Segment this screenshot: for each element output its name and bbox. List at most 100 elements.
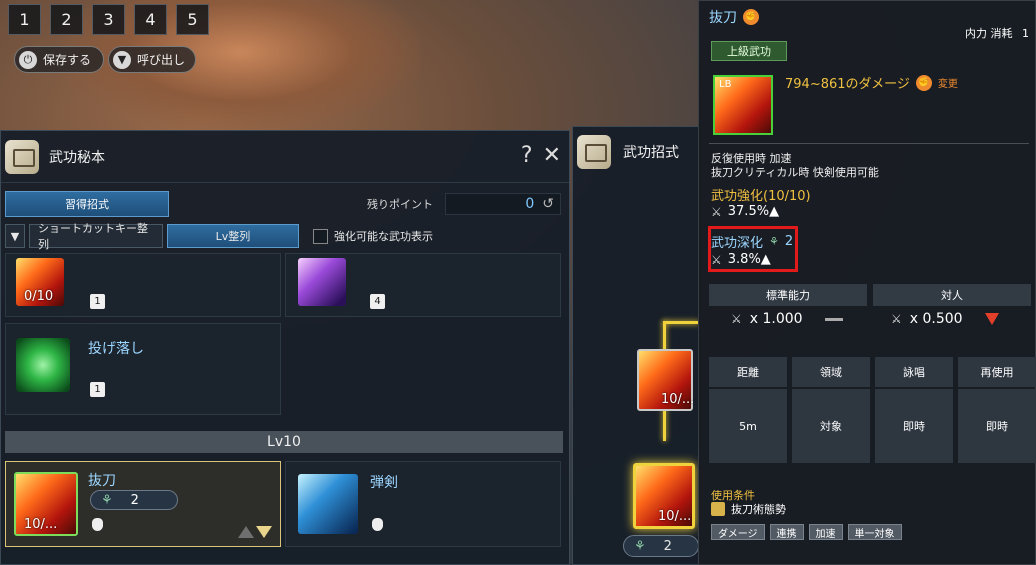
enhance-value-row: ⚔ 37.5%▲: [711, 204, 779, 219]
range-value: 5m: [709, 389, 787, 463]
tab-learned-skills[interactable]: 習得招式: [5, 191, 169, 217]
cooldown-header: 再使用: [958, 357, 1036, 387]
shortcut-badge: 1: [90, 294, 105, 309]
tree-node-level: 10/...: [661, 392, 695, 407]
enhance-label: 武功強化(10/10): [711, 189, 811, 204]
skill-cell-selected[interactable]: 10/... 抜刀 ⚘ 2: [5, 461, 281, 547]
standard-stat-value: x 1.000: [749, 311, 803, 327]
shortcut-badge: 4: [370, 294, 385, 309]
area-header: 領域: [792, 357, 870, 387]
deepening-icon: ⚘: [634, 538, 646, 554]
skill-icon: 10/...: [14, 472, 78, 536]
skill-tree-icon: [577, 135, 611, 169]
damage-text: 794~861のダメージ: [785, 77, 910, 92]
hotkey-2[interactable]: 2: [50, 4, 83, 35]
mouse-icon: [372, 518, 383, 531]
desc-line: 抜刀クリティカル時 快剣使用可能: [711, 166, 879, 179]
hotkey-5[interactable]: 5: [176, 4, 209, 35]
tree-node-selected[interactable]: 10/...: [633, 463, 695, 529]
move-up-button[interactable]: [238, 526, 254, 538]
pvp-icon: ⚔: [891, 312, 902, 326]
remaining-points: 残りポイント 0 ↺: [367, 193, 561, 215]
neutral-dash-icon: [824, 317, 843, 321]
save-preset-label: 保存する: [43, 53, 92, 67]
enhance-value: 37.5%▲: [727, 204, 780, 219]
skill-book-header: 武功秘本: [1, 131, 569, 183]
skill-icon: [298, 474, 358, 534]
pvp-stat-row: ⚔ x 0.500: [891, 311, 999, 327]
skill-cell[interactable]: 0/10 1: [5, 253, 281, 317]
reset-icon[interactable]: ↺: [542, 196, 554, 212]
save-preset-button[interactable]: ⏻ 保存する: [14, 46, 104, 73]
download-icon: ▼: [113, 50, 131, 69]
filter-icon: ▼: [10, 229, 20, 243]
tag-accel: 加速: [808, 524, 843, 540]
shortcut-sort-button[interactable]: ショートカットキー整列: [29, 222, 163, 251]
load-preset-label: 呼び出し: [137, 53, 186, 67]
pvp-stat-value: x 0.500: [909, 311, 963, 327]
tooltip-title: 抜刀: [709, 10, 737, 26]
help-button[interactable]: ?: [521, 143, 533, 168]
skill-name: 弾剣: [370, 475, 398, 491]
enhance-filter-checkbox[interactable]: 強化可能な武功表示: [313, 228, 433, 244]
skill-level: 0/10: [24, 289, 54, 304]
skill-name: 投げ落し: [88, 341, 144, 357]
skill-book-title: 武功秘本: [49, 149, 105, 166]
deepening-pill: ⚘ 2: [90, 490, 178, 510]
change-label: 変更: [937, 79, 958, 90]
tag-single-target: 単一対象: [847, 524, 902, 540]
level-group-header: Lv10: [5, 431, 563, 453]
filter-dropdown-button[interactable]: ▼: [5, 224, 25, 248]
skill-name: 抜刀: [88, 473, 116, 489]
damage-line: 794~861のダメージ ✊ 変更: [785, 73, 958, 92]
deepening-value: 2: [130, 492, 139, 508]
skill-icon: 0/10: [16, 258, 64, 306]
hotkey-1[interactable]: 1: [8, 4, 41, 35]
tree-node-level: 10/...: [658, 509, 692, 524]
standard-stat-header: 標準能力: [709, 284, 867, 306]
checkbox-box[interactable]: [313, 228, 328, 244]
cast-header: 詠唱: [875, 357, 953, 387]
skill-cell[interactable]: 投げ落し 1: [5, 323, 281, 415]
remaining-points-box: 0 ↺: [445, 193, 561, 215]
enhance-filter-label: 強化可能な武功表示: [334, 230, 433, 243]
move-down-button[interactable]: [256, 526, 272, 538]
desc-line: 反復使用時 加速: [711, 152, 792, 165]
skill-cell[interactable]: 弾剣: [285, 461, 561, 547]
power-icon: ⏻: [19, 50, 37, 69]
shortcut-badge: 1: [90, 382, 105, 397]
cooldown-value: 即時: [958, 389, 1036, 463]
lv-sort-button[interactable]: Lv整列: [167, 224, 299, 248]
deepening-icon: ⚘: [101, 492, 113, 508]
standard-stat-row: ⚔ x 1.000: [731, 311, 843, 327]
skill-book-panel: 武功秘本 ? ✕ 習得招式 残りポイント 0 ↺ ▼ ショートカットキー整列 L…: [0, 130, 570, 565]
cost-value: 1: [1022, 27, 1029, 40]
mouse-icon: [92, 518, 103, 531]
tooltip-skill-icon: LB: [713, 75, 773, 135]
tag-damage: ダメージ: [711, 524, 765, 540]
cast-value: 即時: [875, 389, 953, 463]
remaining-points-label: 残りポイント: [367, 198, 433, 211]
fist-icon: ✊: [743, 9, 759, 25]
grade-badge: 上級武功: [711, 41, 787, 61]
remaining-points-value: 0: [525, 196, 535, 212]
close-button[interactable]: ✕: [543, 143, 561, 168]
tree-node[interactable]: 10/...: [637, 349, 695, 411]
hotkey-4[interactable]: 4: [134, 4, 167, 35]
deepening-value: 2: [663, 538, 672, 554]
load-preset-button[interactable]: ▼ 呼び出し: [108, 46, 196, 73]
hotkey-3[interactable]: 3: [92, 4, 125, 35]
skill-cell[interactable]: 4: [285, 253, 561, 317]
skill-description: 反復使用時 加速 抜刀クリティカル時 快剣使用可能: [711, 152, 879, 180]
skill-tree-panel: 武功招式 10/... 10/... ⚘ 2: [572, 126, 702, 565]
skill-tooltip: 抜刀 ✊ 内力 消耗 1 上級武功 LB 794~861のダメージ ✊ 変更 反…: [698, 0, 1036, 565]
lb-key-label: LB: [719, 79, 732, 90]
hotkey-bar: 1 2 3 4 5: [8, 4, 209, 35]
stance-icon: [711, 502, 725, 516]
skill-tree-title: 武功招式: [623, 145, 679, 161]
skill-book-icon: [5, 139, 39, 174]
fist-icon: ✊: [915, 74, 932, 91]
deepening-highlight-box: [708, 226, 798, 272]
skill-icon: [16, 338, 70, 392]
skill-tags: ダメージ 連携 加速 単一対象: [711, 524, 902, 540]
